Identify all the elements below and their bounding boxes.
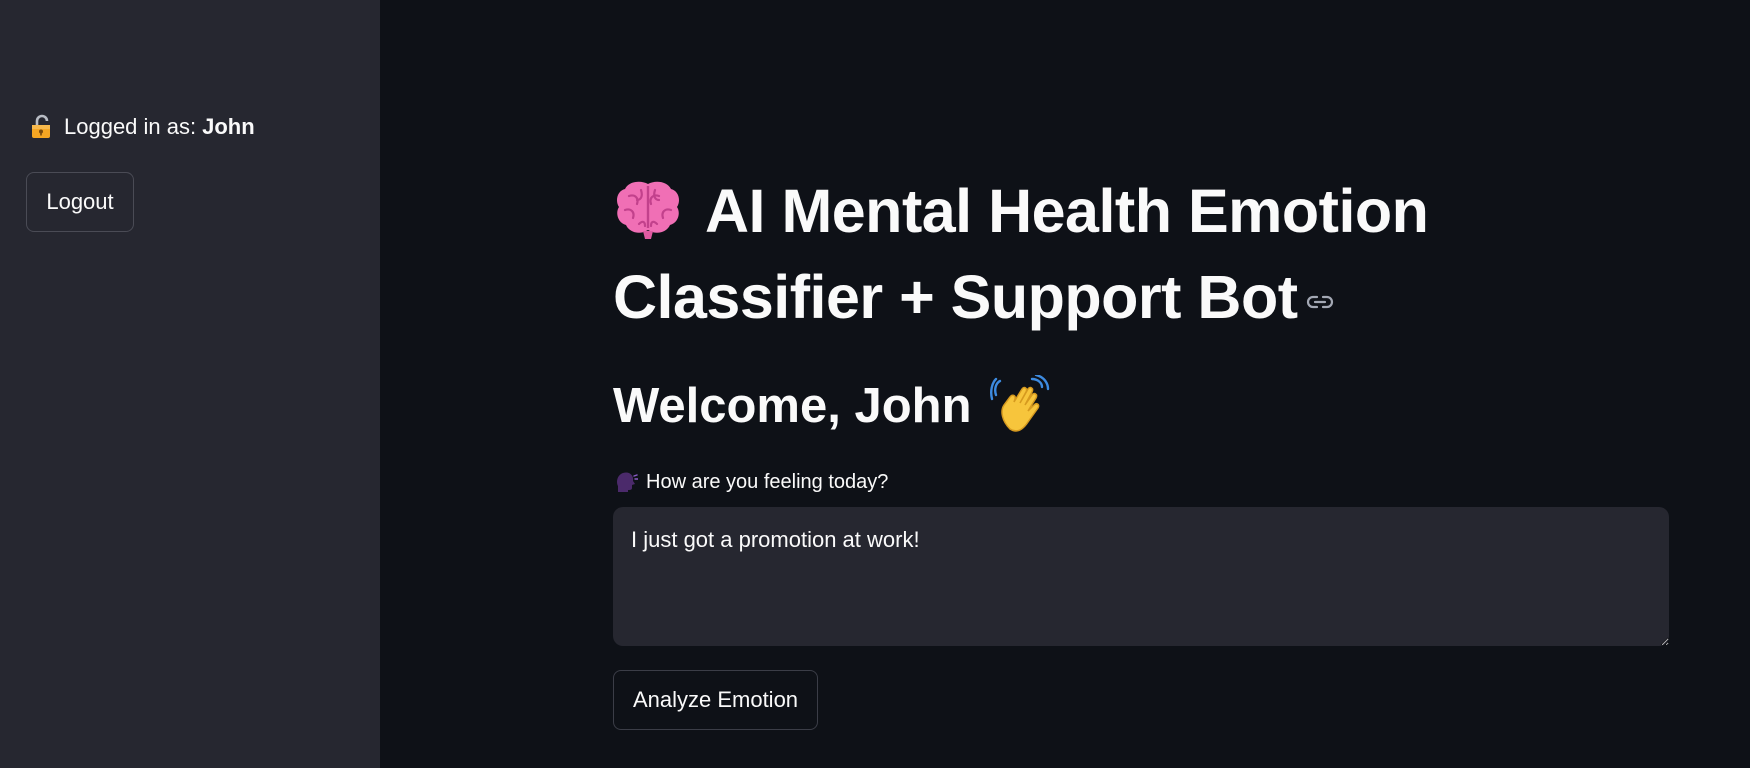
- speaking-head-icon: [614, 470, 639, 494]
- sidebar: Logged in as: John Logout: [0, 0, 380, 768]
- login-prefix: Logged in as:: [64, 114, 197, 139]
- logout-button[interactable]: Logout: [26, 172, 134, 232]
- logged-in-user: John: [202, 114, 255, 139]
- feeling-label: How are you feeling today?: [614, 470, 888, 494]
- feeling-input[interactable]: I just got a promotion at work!: [613, 507, 1669, 646]
- page-title: AI Mental Health Emotion Classifier + Su…: [613, 172, 1513, 336]
- app-root: Logged in as: John Logout AI Mental Heal…: [0, 0, 1750, 768]
- welcome-text: Welcome, John: [613, 379, 972, 433]
- link-icon[interactable]: [1306, 250, 1334, 309]
- login-status: Logged in as: John: [29, 114, 255, 140]
- welcome-heading: Welcome, John: [613, 373, 1052, 437]
- waving-hand-icon: [989, 373, 1052, 437]
- brain-icon: [613, 178, 683, 240]
- feeling-label-text: How are you feeling today?: [646, 470, 889, 493]
- analyze-emotion-button[interactable]: Analyze Emotion: [613, 670, 818, 730]
- main-content: AI Mental Health Emotion Classifier + Su…: [380, 0, 1750, 768]
- unlocked-lock-icon: [29, 114, 55, 140]
